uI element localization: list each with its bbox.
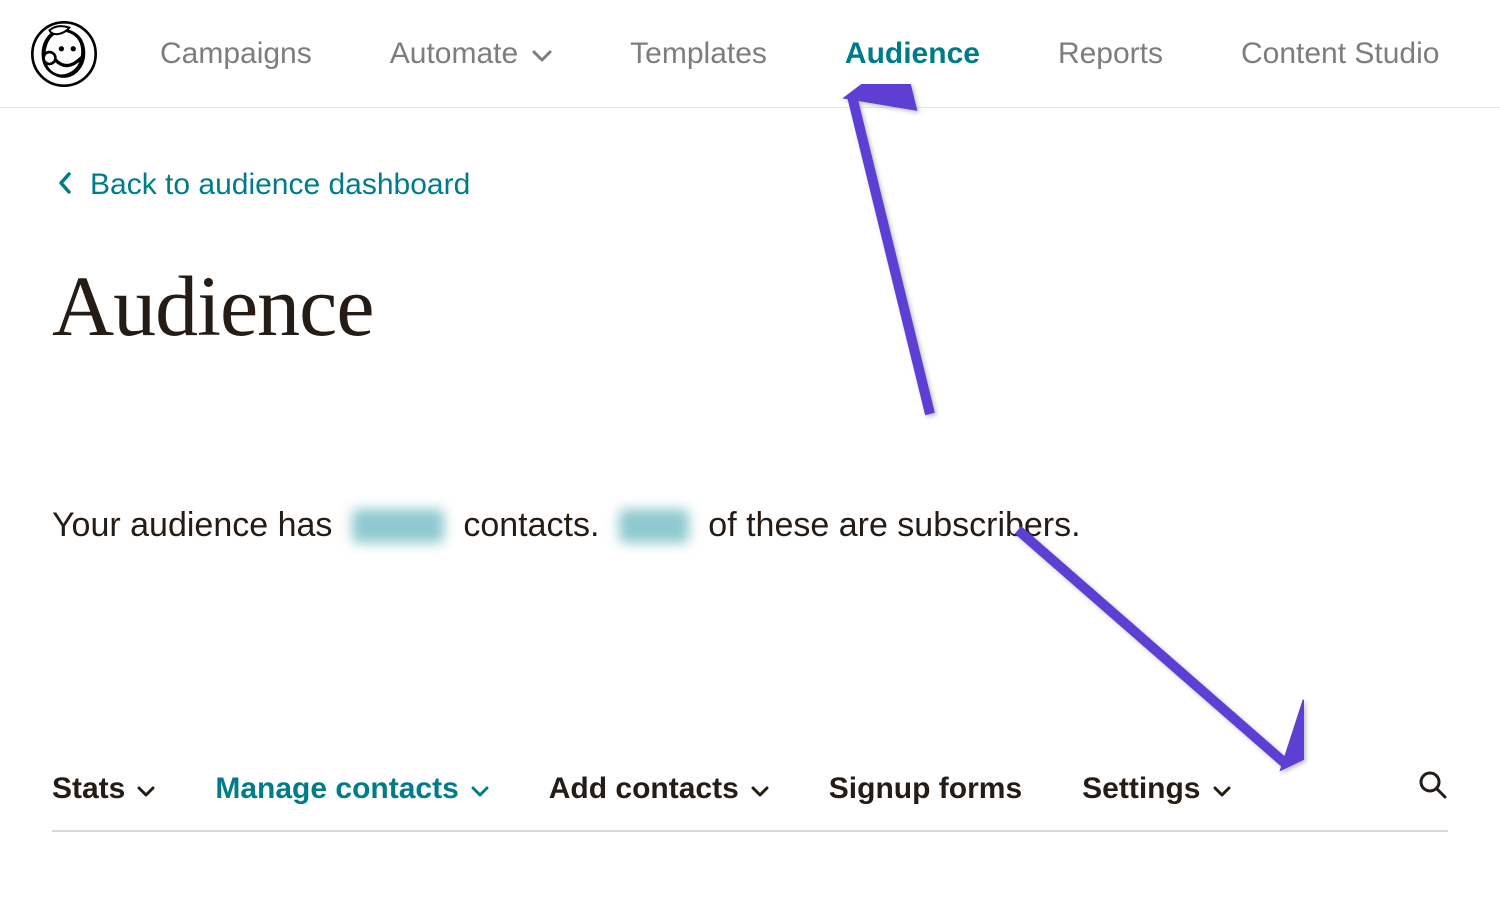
logo[interactable] bbox=[28, 18, 100, 90]
subscribers-count-redacted bbox=[619, 509, 689, 543]
chevron-left-icon bbox=[58, 168, 72, 202]
nav-label: Templates bbox=[630, 37, 767, 71]
chevron-down-icon bbox=[137, 772, 155, 806]
chevron-down-icon bbox=[532, 37, 552, 71]
nav-label: Campaigns bbox=[160, 37, 312, 71]
nav-item-templates[interactable]: Templates bbox=[630, 37, 767, 71]
top-nav: Campaigns Automate Templates Audience Re… bbox=[0, 0, 1500, 108]
subnav-manage-contacts[interactable]: Manage contacts bbox=[215, 772, 488, 806]
nav-items: Campaigns Automate Templates Audience Re… bbox=[160, 37, 1439, 71]
audience-subnav: Stats Manage contacts Add contacts Signu… bbox=[52, 770, 1448, 832]
chevron-down-icon bbox=[471, 772, 489, 806]
page-title: Audience bbox=[52, 256, 1500, 356]
back-link[interactable]: Back to audience dashboard bbox=[58, 168, 470, 202]
back-link-label: Back to audience dashboard bbox=[90, 168, 470, 202]
subnav-label: Stats bbox=[52, 772, 125, 806]
summary-text-part3: of these are subscribers. bbox=[699, 506, 1081, 545]
audience-summary: Your audience has contacts. of these are… bbox=[52, 506, 1500, 545]
subnav-signup-forms[interactable]: Signup forms bbox=[829, 772, 1022, 806]
mailchimp-logo-icon bbox=[31, 21, 97, 87]
chevron-down-icon bbox=[1213, 772, 1231, 806]
subnav-label: Manage contacts bbox=[215, 772, 458, 806]
nav-label: Automate bbox=[390, 37, 518, 71]
summary-text-part2: contacts. bbox=[454, 506, 609, 545]
subnav-add-contacts[interactable]: Add contacts bbox=[549, 772, 769, 806]
nav-item-audience[interactable]: Audience bbox=[845, 37, 980, 71]
summary-text-part1: Your audience has bbox=[52, 506, 342, 545]
nav-item-campaigns[interactable]: Campaigns bbox=[160, 37, 312, 71]
subnav-search[interactable] bbox=[1418, 770, 1448, 808]
nav-item-reports[interactable]: Reports bbox=[1058, 37, 1163, 71]
subnav-label: Add contacts bbox=[549, 772, 739, 806]
subnav-label: Settings bbox=[1082, 772, 1200, 806]
subnav-stats[interactable]: Stats bbox=[52, 772, 155, 806]
chevron-down-icon bbox=[751, 772, 769, 806]
nav-label: Audience bbox=[845, 37, 980, 71]
annotation-arrow-2 bbox=[1004, 520, 1304, 780]
nav-label: Reports bbox=[1058, 37, 1163, 71]
subnav-label: Signup forms bbox=[829, 772, 1022, 806]
nav-item-content-studio[interactable]: Content Studio bbox=[1241, 37, 1439, 71]
annotation-arrow-1 bbox=[830, 84, 950, 424]
contacts-count-redacted bbox=[352, 509, 444, 543]
subnav-settings[interactable]: Settings bbox=[1082, 772, 1230, 806]
nav-label: Content Studio bbox=[1241, 37, 1439, 71]
nav-item-automate[interactable]: Automate bbox=[390, 37, 552, 71]
search-icon[interactable] bbox=[1418, 774, 1448, 807]
